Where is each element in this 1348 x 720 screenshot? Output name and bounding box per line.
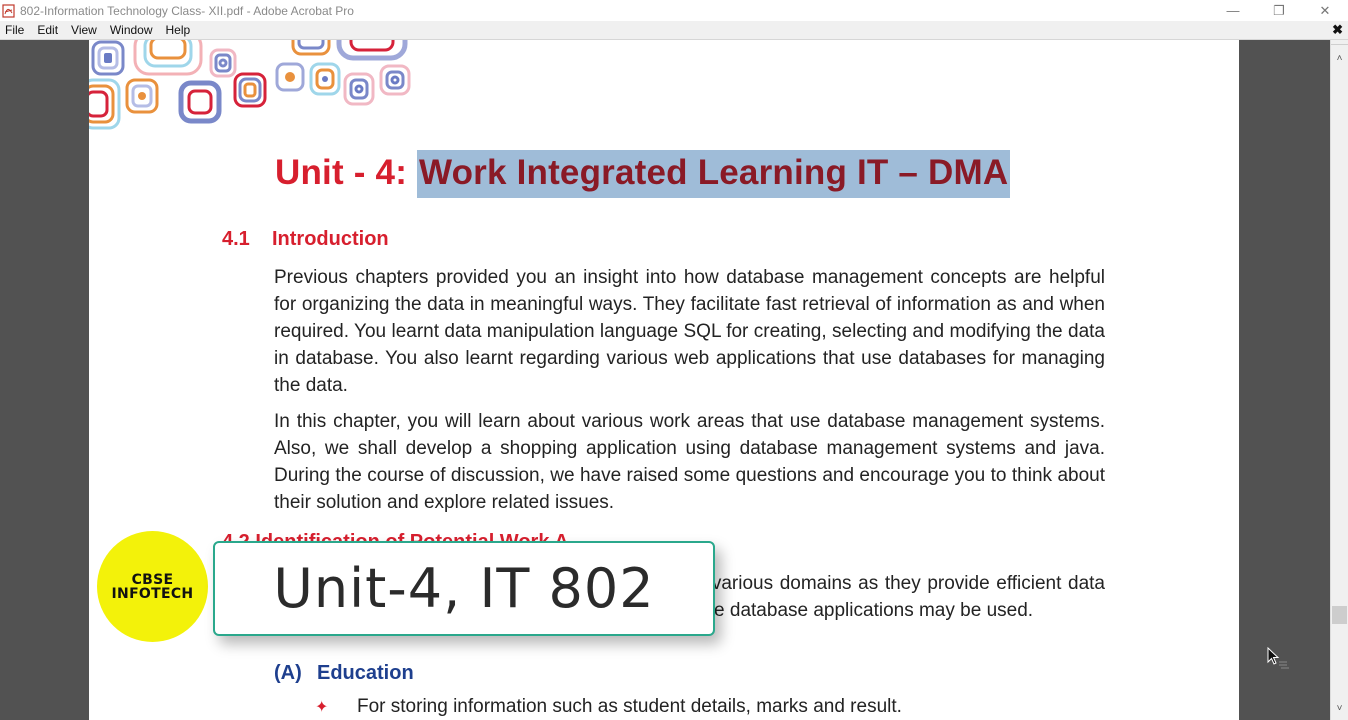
subsection-heading-education: (A) Education	[274, 662, 414, 685]
menu-window[interactable]: Window	[105, 23, 161, 37]
menu-view[interactable]: View	[66, 23, 105, 37]
menu-edit[interactable]: Edit	[32, 23, 66, 37]
caption-text: Unit-4, IT 802	[273, 557, 655, 620]
scroll-up-arrow-icon[interactable]: ˄	[1331, 50, 1348, 66]
minimize-button[interactable]: —	[1210, 0, 1256, 21]
decorative-pattern	[89, 40, 411, 130]
menu-bar: File Edit View Window Help ✖	[0, 21, 1348, 40]
vertical-scrollbar[interactable]: ˄ ˅	[1330, 40, 1348, 720]
mouse-pointer-icon	[1267, 647, 1289, 669]
scrollbar-thumb[interactable]	[1332, 606, 1347, 624]
menu-help[interactable]: Help	[161, 23, 199, 37]
subsection-label: (A)	[274, 662, 302, 684]
list-item: ✦ For storing information such as student…	[315, 696, 902, 718]
section-number: 4.1	[222, 228, 250, 250]
subsection-title: Education	[317, 662, 414, 684]
star-bullet-icon: ✦	[315, 699, 329, 716]
paragraph-intro-1: Previous chapters provided you an insigh…	[274, 267, 1105, 396]
unit-title-prefix: Unit - 4:	[275, 153, 417, 192]
section-heading-introduction: 4.1 Introduction	[222, 228, 389, 251]
close-window-button[interactable]: ✕	[1302, 0, 1348, 21]
menu-file[interactable]: File	[0, 23, 32, 37]
window-controls: — ❐ ✕	[1210, 0, 1348, 21]
section-title: Introduction	[272, 228, 389, 250]
logo-line-2: INFOTECH	[111, 585, 194, 602]
window-title: 802-Information Technology Class- XII.pd…	[20, 3, 354, 18]
list-item-text: For storing information such as student …	[357, 696, 902, 717]
logo-line-1: CBSE	[131, 571, 174, 588]
window-titlebar: 802-Information Technology Class- XII.pd…	[0, 0, 1348, 21]
highlighted-selection[interactable]: Work Integrated Learning IT – DMA	[416, 150, 1011, 198]
scrollbar-divider	[1331, 40, 1348, 45]
close-document-button[interactable]: ✖	[1332, 22, 1343, 38]
unit-title: Unit - 4: Work Integrated Learning IT – …	[275, 150, 1011, 198]
channel-logo: CBSE INFOTECH	[97, 531, 208, 642]
restore-button[interactable]: ❐	[1256, 0, 1302, 21]
scroll-down-arrow-icon[interactable]: ˅	[1331, 700, 1348, 716]
caption-card: Unit-4, IT 802	[213, 541, 715, 636]
paragraph-intro-2: In this chapter, you will learn about va…	[274, 411, 1105, 513]
pdf-icon	[2, 3, 16, 18]
